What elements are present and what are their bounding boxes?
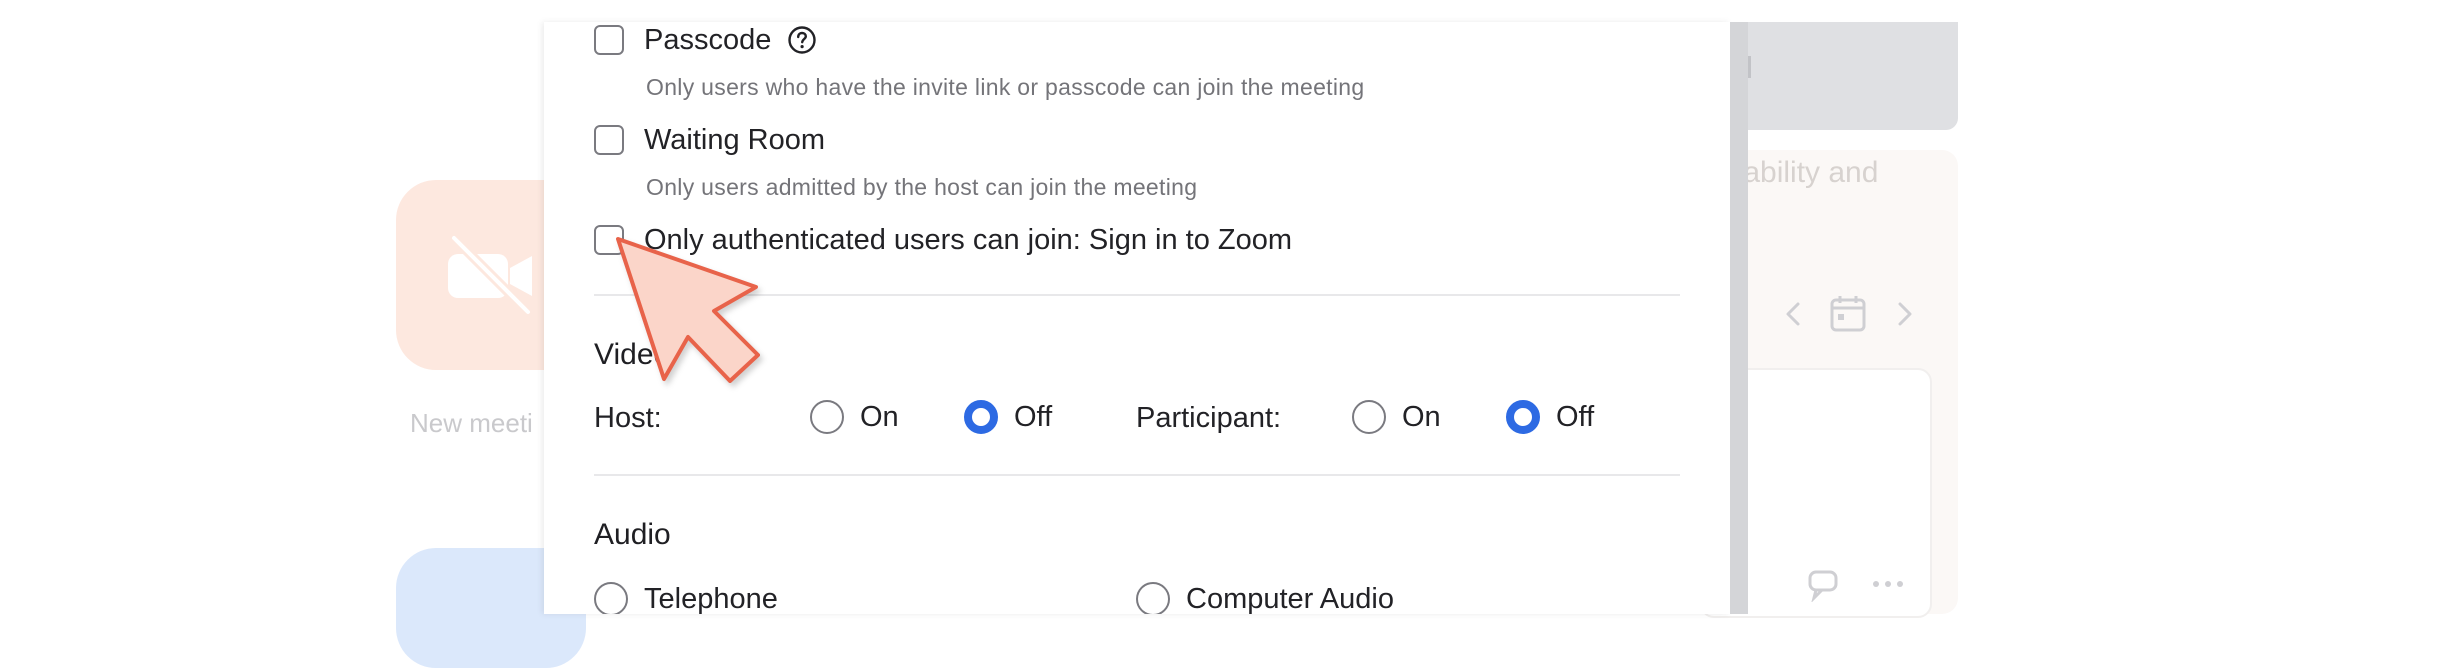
chevron-right-icon — [1898, 302, 1912, 326]
audio-section-title: Audio — [594, 518, 671, 551]
new-meeting-label: New meeti — [410, 408, 533, 438]
audio-telephone-option[interactable]: Telephone — [594, 582, 778, 614]
host-label: Host: — [594, 401, 662, 434]
participant-label: Participant: — [1136, 401, 1282, 434]
waiting-room-option: Waiting Room — [594, 122, 825, 158]
passcode-hint: Only users who have the invite link or p… — [646, 74, 1365, 100]
video-participant-row: Participant: — [1136, 398, 1281, 438]
host-video-off-label: Off — [1014, 400, 1053, 433]
host-video-on-radio[interactable] — [810, 400, 844, 434]
waiting-room-checkbox[interactable] — [594, 125, 624, 155]
host-video-on-label: On — [860, 400, 899, 433]
video-off-icon — [448, 233, 533, 317]
telephone-label: Telephone — [644, 582, 778, 615]
chevron-left-icon — [1786, 302, 1800, 326]
computer-audio-label: Computer Audio — [1186, 582, 1394, 615]
host-video-off-radio[interactable] — [964, 400, 998, 434]
passcode-checkbox[interactable] — [594, 25, 624, 55]
dialog-scrollbar[interactable] — [1730, 22, 1748, 614]
audio-computer-option[interactable]: Computer Audio — [1136, 582, 1394, 614]
participant-video-off-radio[interactable] — [1506, 400, 1540, 434]
computer-audio-radio[interactable] — [1136, 582, 1170, 614]
participant-video-on[interactable]: On — [1352, 400, 1441, 434]
participant-video-on-label: On — [1402, 400, 1441, 433]
video-host-row: Host: — [594, 398, 662, 438]
calendar-icon — [1830, 296, 1866, 332]
waiting-room-hint: Only users admitted by the host can join… — [646, 174, 1198, 200]
participant-video-on-radio[interactable] — [1352, 400, 1386, 434]
question-circle-icon[interactable] — [787, 25, 817, 55]
host-video-off[interactable]: Off — [964, 400, 1052, 434]
waiting-room-label: Waiting Room — [644, 123, 826, 156]
passcode-option: Passcode — [594, 22, 817, 58]
pointer-arrow-icon — [616, 237, 760, 383]
passcode-label: Passcode — [644, 23, 772, 56]
telephone-radio[interactable] — [594, 582, 628, 614]
divider — [594, 474, 1680, 476]
host-video-on[interactable]: On — [810, 400, 899, 434]
more-icon — [1873, 581, 1903, 587]
availability-text: ilability and — [1730, 156, 1879, 189]
participant-video-off[interactable]: Off — [1506, 400, 1594, 434]
participant-video-off-label: Off — [1556, 400, 1595, 433]
chat-icon — [1808, 570, 1838, 602]
